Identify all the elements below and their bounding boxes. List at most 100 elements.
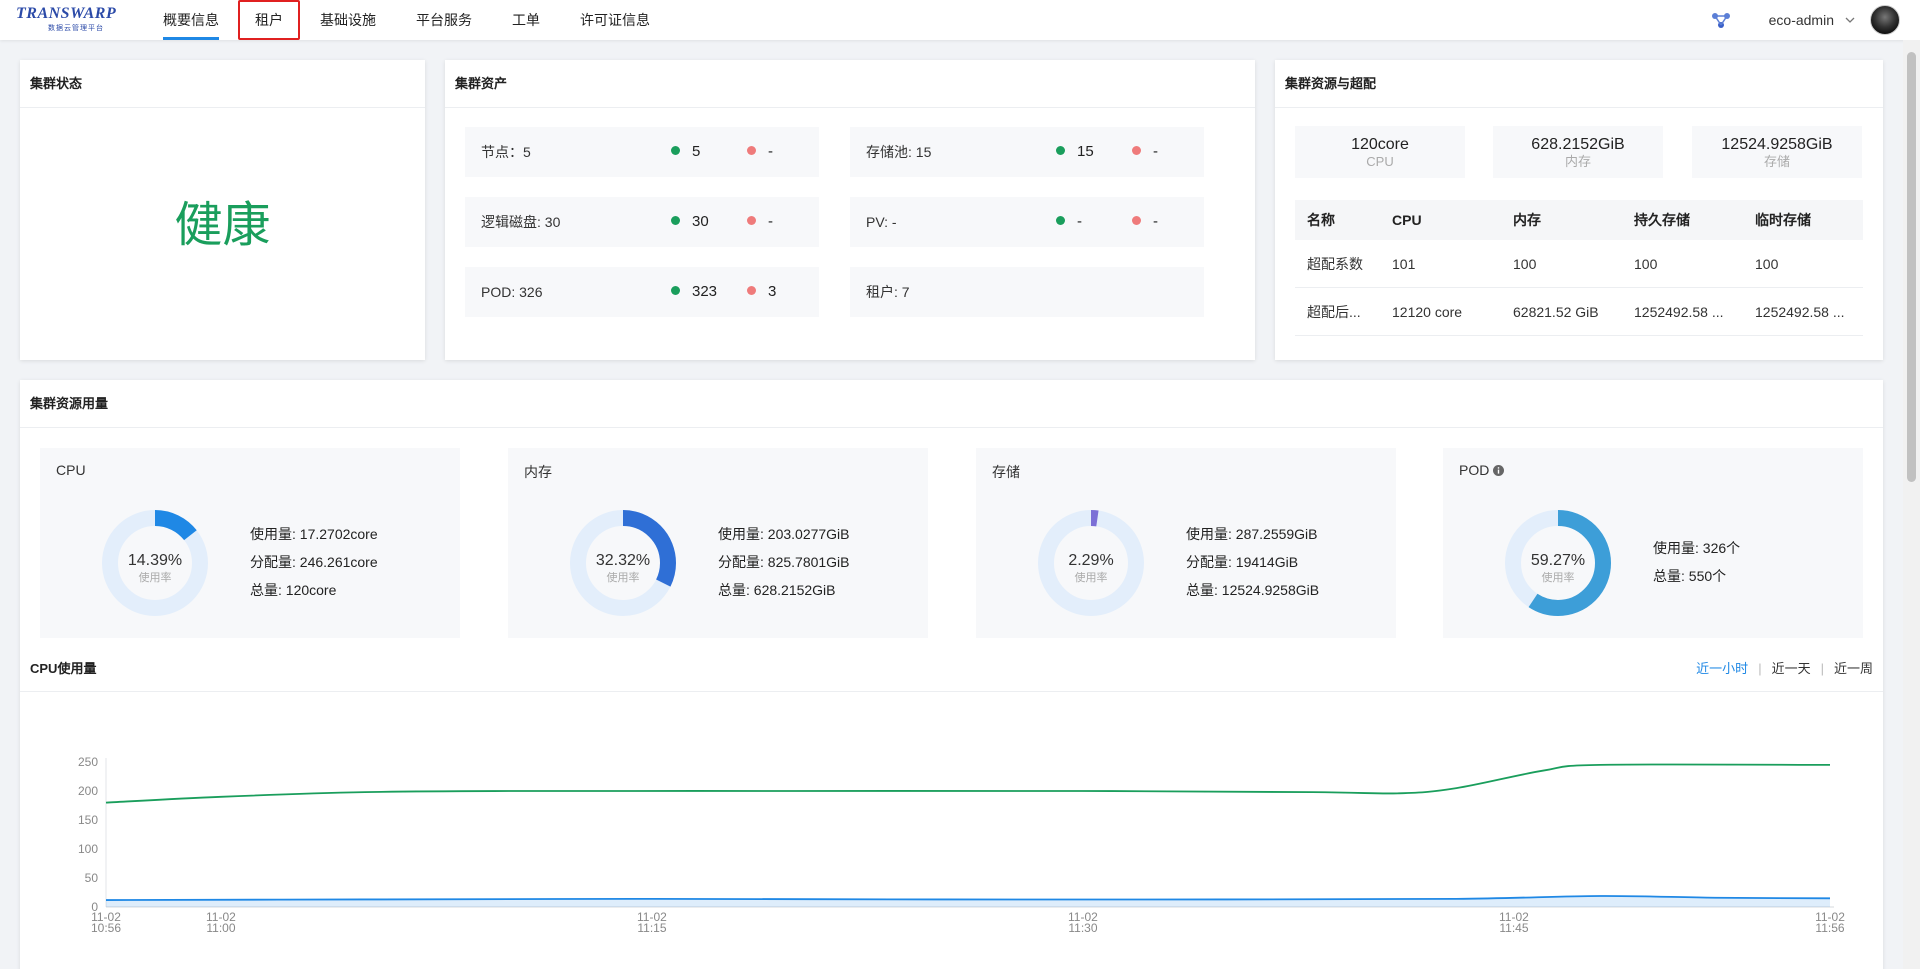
cluster-status-card: 集群状态 健康	[20, 60, 425, 360]
pod-usage-panel: POD 59.27% 使用率 使用量: 326个 总量: 550个	[1443, 448, 1863, 638]
tab-last-day[interactable]: 近一天	[1772, 661, 1811, 676]
overcommit-table: 名称 CPU 内存 持久存储 临时存储 超配系数 101 100 100 100…	[1295, 200, 1863, 336]
resource-name-row: POD	[1459, 462, 1505, 478]
info-line: 使用量: 287.2559GiB	[1186, 526, 1318, 542]
storage-usage-info: 使用量: 287.2559GiB 分配量: 19414GiB 总量: 12524…	[1186, 520, 1319, 604]
cpu-usage-donut: 14.39% 使用率	[102, 510, 208, 616]
tab-last-week[interactable]: 近一周	[1834, 661, 1873, 676]
asset-label: 存储池: 15	[866, 144, 932, 160]
asset-label: PV: -	[866, 214, 897, 230]
pod-usage-donut: 59.27% 使用率	[1505, 510, 1611, 616]
asset-unhealthy-count: 3	[747, 267, 776, 317]
unhealthy-dot	[747, 216, 756, 225]
resource-name: 存储	[992, 464, 1020, 480]
series-line-0	[105, 763, 1831, 804]
asset-label: 租户: 7	[866, 284, 910, 300]
asset-pv[interactable]: PV: - - -	[850, 197, 1204, 247]
pod-usage-info: 使用量: 326个 总量: 550个	[1653, 534, 1740, 590]
nav-tab-tenant[interactable]: 租户	[238, 0, 300, 40]
summary-label: CPU	[1366, 154, 1394, 169]
asset-healthy-count: 15	[1056, 127, 1094, 177]
column-header: 持久存储	[1634, 212, 1690, 228]
cluster-status-title: 集群状态	[20, 60, 425, 108]
healthy-dot	[1056, 146, 1065, 155]
cluster-overcommit-title: 集群资源与超配	[1275, 60, 1883, 108]
cluster-overcommit-card: 集群资源与超配 120core CPU 628.2152GiB 内存 12524…	[1275, 60, 1883, 360]
asset-logical-disks[interactable]: 逻辑磁盘: 30 30 -	[465, 197, 819, 247]
nav-tab-infrastructure[interactable]: 基础设施	[320, 0, 376, 40]
resource-usage-row: CPU 14.39% 使用率 使用量: 17.2702core 分配量: 246…	[40, 448, 1883, 638]
cluster-topology-icon[interactable]	[1711, 10, 1731, 30]
asset-nodes[interactable]: 节点：5 5 -	[465, 127, 819, 177]
time-range-tabs: 近一小时 | 近一天 | 近一周	[1696, 658, 1873, 677]
info-line: 使用量: 203.0277GiB	[718, 526, 850, 542]
info-line: 分配量: 246.261core	[250, 554, 378, 570]
summary-cpu: 120core CPU	[1295, 126, 1465, 178]
cpu-usage-line-chart: 05010015020025011-02 10:5611-02 11:0011-02…	[78, 755, 1845, 932]
chevron-down-icon[interactable]	[1844, 14, 1856, 26]
unhealthy-dot	[747, 146, 756, 155]
info-line: 总量: 628.2152GiB	[718, 582, 836, 598]
memory-usage-info: 使用量: 203.0277GiB 分配量: 825.7801GiB 总量: 62…	[718, 520, 850, 604]
logo-subtitle: 数据云管理平台	[48, 25, 104, 32]
info-line: 总量: 120core	[250, 582, 337, 598]
x-tick-label: 11-02 10:56	[91, 910, 121, 932]
nav-tab-platform-services[interactable]: 平台服务	[416, 0, 472, 40]
usage-rate-label: 使用率	[1542, 570, 1575, 584]
usage-rate-label: 使用率	[1075, 570, 1108, 584]
memory-usage-panel: 内存 32.32% 使用率 使用量: 203.0277GiB 分配量: 825.…	[508, 448, 928, 638]
y-tick-label: 250	[78, 755, 98, 769]
y-tick-label: 200	[78, 784, 98, 798]
table-row: 超配系数 101 100 100 100	[1295, 240, 1863, 288]
unhealthy-dot	[1132, 216, 1141, 225]
usage-rate-label: 使用率	[139, 570, 172, 584]
nav-tab-license-info[interactable]: 许可证信息	[580, 0, 650, 40]
info-icon[interactable]	[1493, 465, 1505, 476]
cpu-usage-panel: CPU 14.39% 使用率 使用量: 17.2702core 分配量: 246…	[40, 448, 460, 638]
table-header-row: 名称 CPU 内存 持久存储 临时存储	[1295, 200, 1863, 240]
unhealthy-dot	[1132, 146, 1141, 155]
cluster-usage-card: 集群资源用量 CPU 14.39% 使用率 使用量: 17.2702core 分…	[20, 380, 1883, 969]
resource-name: 内存	[524, 464, 552, 480]
cpu-usage-section-title: CPU使用量	[30, 661, 97, 676]
asset-pods[interactable]: POD: 326 323 3	[465, 267, 819, 317]
storage-usage-donut: 2.29% 使用率	[1038, 510, 1144, 616]
username[interactable]: eco-admin	[1769, 12, 1834, 28]
info-line: 使用量: 17.2702core	[250, 526, 378, 542]
user-area: eco-admin	[1711, 0, 1900, 40]
transwarp-logo[interactable]: TRANSWARP 数据云管理平台	[16, 4, 156, 36]
asset-storage-pools[interactable]: 存储池: 15 15 -	[850, 127, 1204, 177]
top-navigation-bar: TRANSWARP 数据云管理平台 概要信息 租户 基础设施 平台服务 工单 许…	[0, 0, 1920, 40]
table-cell: 100	[1634, 255, 1658, 272]
x-tick-label: 11-02 11:45	[1499, 910, 1529, 932]
tab-last-hour[interactable]: 近一小时	[1696, 661, 1748, 676]
unhealthy-dot	[747, 286, 756, 295]
table-cell: 62821.52 GiB	[1513, 303, 1599, 320]
logo-text: TRANSWARP	[16, 5, 117, 22]
asset-label: POD: 326	[481, 284, 543, 300]
user-avatar[interactable]	[1870, 5, 1900, 35]
nav-tab-work-orders[interactable]: 工单	[512, 0, 540, 40]
table-cell: 超配后...	[1307, 303, 1361, 320]
resource-name: POD	[1459, 462, 1490, 478]
info-line: 分配量: 825.7801GiB	[718, 554, 850, 570]
x-tick-label: 11-02 11:56	[1815, 910, 1845, 932]
table-cell: 12120 core	[1392, 303, 1463, 320]
y-tick-label: 50	[85, 871, 99, 885]
series-area-1	[106, 895, 1830, 907]
vertical-scrollbar[interactable]	[1903, 40, 1920, 969]
summary-label: 内存	[1564, 154, 1591, 169]
x-tick-label: 11-02 11:30	[1068, 910, 1098, 932]
y-tick-label: 100	[78, 842, 98, 856]
tab-separator: |	[1820, 661, 1824, 676]
info-line: 总量: 550个	[1653, 568, 1727, 584]
table-cell: 1252492.58 ...	[1755, 303, 1845, 320]
asset-tenants[interactable]: 租户: 7	[850, 267, 1204, 317]
info-line: 总量: 12524.9258GiB	[1186, 582, 1320, 598]
cluster-health-value: 健康	[174, 199, 271, 252]
usage-percent: 14.39%	[128, 552, 182, 569]
scrollbar-thumb[interactable]	[1907, 52, 1916, 482]
nav-tab-overview[interactable]: 概要信息	[163, 0, 219, 40]
cluster-assets-title: 集群资产	[445, 60, 1255, 108]
cluster-assets-card: 集群资产 节点：5 5 - 存储池: 15 15 - 逻辑磁盘: 30 30 -…	[445, 60, 1255, 360]
